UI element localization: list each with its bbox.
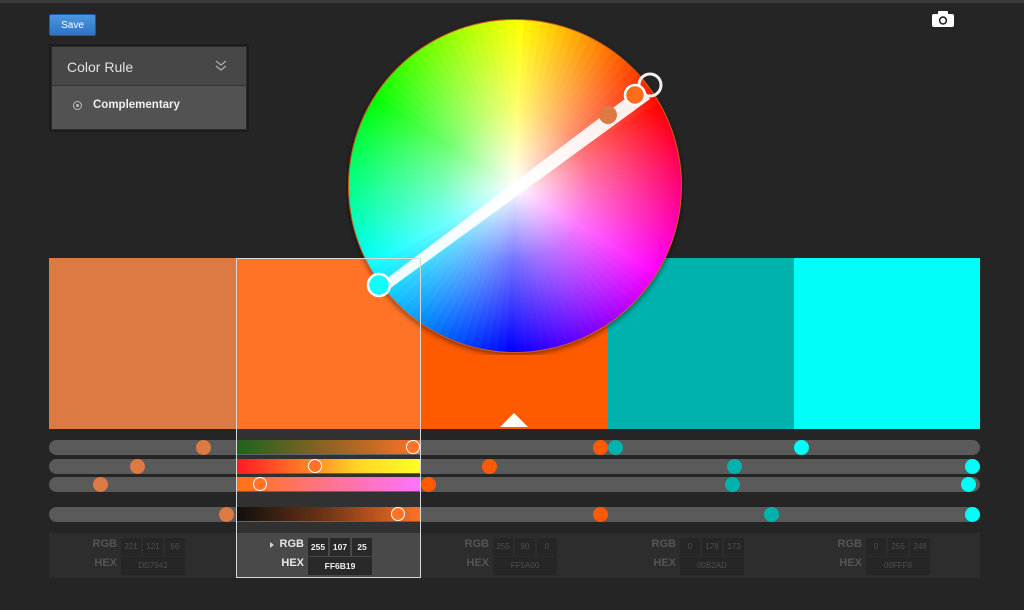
slider-dot[interactable]: [482, 459, 497, 474]
slider-track-2[interactable]: [49, 459, 980, 474]
green-field[interactable]: 121: [143, 538, 163, 556]
base-color-marker-icon: [500, 413, 528, 427]
color-rule-title: Color Rule: [67, 59, 134, 75]
slider-dot[interactable]: [593, 440, 608, 455]
slider-handle[interactable]: [406, 440, 420, 454]
slider-dot[interactable]: [965, 507, 980, 522]
slider-dot[interactable]: [727, 459, 742, 474]
hex-field[interactable]: DD7942: [121, 557, 185, 575]
slider-dot[interactable]: [421, 477, 436, 492]
save-button[interactable]: Save: [49, 14, 96, 36]
green-field[interactable]: 107: [330, 538, 350, 556]
slider-dot[interactable]: [608, 440, 623, 455]
double-chevron-down-icon[interactable]: [214, 58, 228, 72]
handle-swatch-1[interactable]: [599, 106, 617, 124]
slider-dot[interactable]: [725, 477, 740, 492]
slider-dot[interactable]: [93, 477, 108, 492]
red-field[interactable]: 0: [680, 538, 700, 556]
slider-handle[interactable]: [391, 507, 405, 521]
handle-complement[interactable]: [366, 272, 392, 298]
swatch-1[interactable]: [49, 258, 236, 429]
red-field[interactable]: 0: [866, 538, 886, 556]
red-field[interactable]: 255: [493, 538, 513, 556]
hex-field[interactable]: FF5A00: [493, 557, 557, 575]
color-wheel[interactable]: [346, 17, 684, 355]
hex-field[interactable]: 00B2AD: [680, 557, 744, 575]
slider-dot[interactable]: [764, 507, 779, 522]
slider-dot[interactable]: [961, 477, 976, 492]
color-rule-header[interactable]: Color Rule: [52, 47, 246, 86]
blue-field[interactable]: 0: [537, 538, 557, 556]
rgb-label: RGB: [837, 538, 862, 550]
rgb-label: RGB: [92, 538, 117, 550]
slider-dot[interactable]: [965, 459, 980, 474]
swatch-5[interactable]: [794, 258, 980, 429]
slider-dot[interactable]: [130, 459, 145, 474]
blue-field[interactable]: 173: [724, 538, 744, 556]
rgb-label: RGB: [651, 538, 676, 550]
rule-option-complementary[interactable]: Complementary: [52, 86, 246, 129]
top-border: [0, 0, 1024, 3]
disclosure-triangle-icon: [270, 542, 274, 548]
color-wheel-graphic[interactable]: [346, 17, 684, 355]
values-panel-5: RGB 0 255 248 HEX 00FFF8: [794, 533, 980, 578]
values-panel-2: RGB 255 107 25 HEX FF6B19: [236, 533, 421, 578]
slider-handle[interactable]: [253, 477, 267, 491]
slider-gradient-2[interactable]: [236, 459, 421, 473]
slider-dot[interactable]: [219, 507, 234, 522]
blue-field[interactable]: 248: [910, 538, 930, 556]
rule-option-label: Complementary: [93, 99, 180, 111]
hex-field[interactable]: FF6B19: [308, 557, 372, 575]
hex-label: HEX: [839, 557, 862, 569]
green-field[interactable]: 255: [888, 538, 908, 556]
hex-label: HEX: [466, 557, 489, 569]
values-panel-1: RGB 221 121 66 HEX DD7942: [49, 533, 236, 578]
slider-handle[interactable]: [308, 459, 322, 473]
hex-label: HEX: [281, 557, 304, 569]
slider-gradient-1[interactable]: [236, 440, 421, 454]
green-field[interactable]: 178: [702, 538, 722, 556]
values-panel-3: RGB 255 90 0 HEX FF5A00: [421, 533, 608, 578]
slider-dot[interactable]: [196, 440, 211, 455]
hex-label: HEX: [94, 557, 117, 569]
rgb-label: RGB: [464, 538, 489, 550]
slider-track-1[interactable]: [49, 440, 980, 455]
handle-selected[interactable]: [623, 83, 647, 107]
hex-field[interactable]: 00FFF8: [866, 557, 930, 575]
slider-track-4[interactable]: [49, 507, 980, 522]
slider-dot[interactable]: [794, 440, 809, 455]
red-field[interactable]: 221: [121, 538, 141, 556]
values-panel-4: RGB 0 178 173 HEX 00B2AD: [608, 533, 794, 578]
green-field[interactable]: 90: [515, 538, 535, 556]
radio-icon[interactable]: [73, 101, 82, 110]
red-field[interactable]: 255: [308, 538, 328, 556]
blue-field[interactable]: 25: [352, 538, 372, 556]
slider-dot[interactable]: [593, 507, 608, 522]
slider-track-3[interactable]: [49, 477, 980, 492]
blue-field[interactable]: 66: [165, 538, 185, 556]
hex-label: HEX: [653, 557, 676, 569]
camera-icon[interactable]: [931, 10, 955, 28]
color-rule-panel: Color Rule Complementary: [51, 46, 247, 130]
